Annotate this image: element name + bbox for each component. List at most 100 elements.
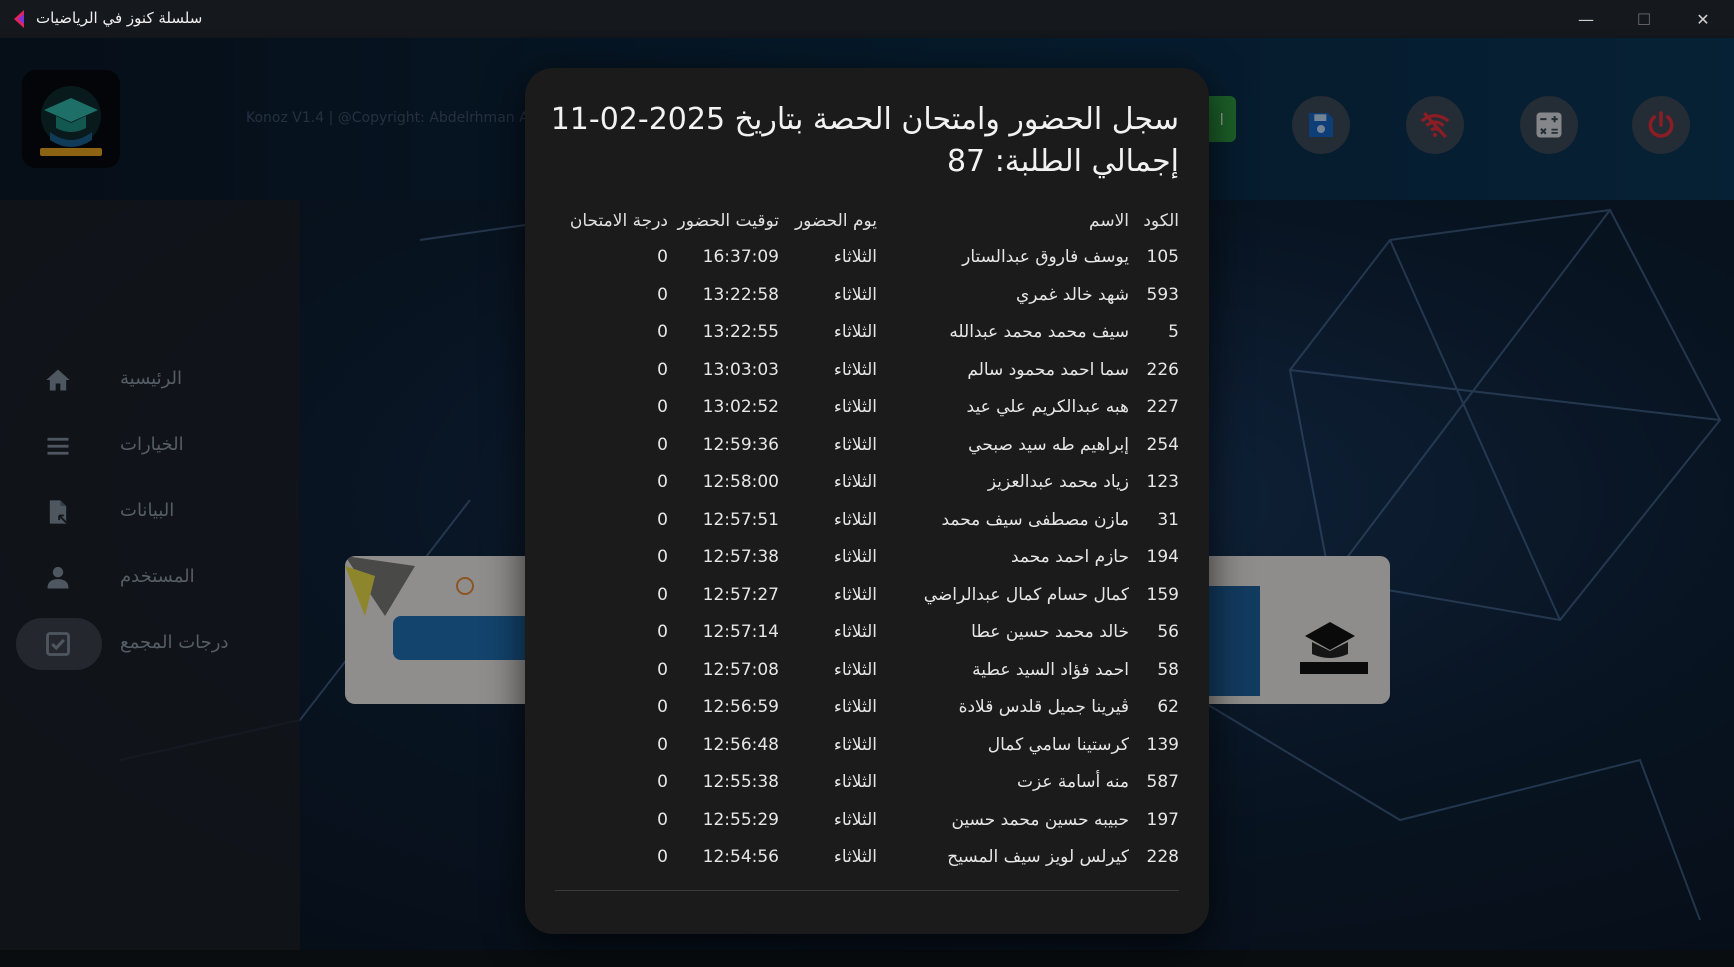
table-row[interactable]: 105 يوسف فاروق عبدالستار الثلاثاء 16:37:09 0 bbox=[555, 240, 1179, 278]
cell-name: مازن مصطفى سيف محمد bbox=[941, 509, 1129, 530]
table-row[interactable]: 227 هبه عبدالكريم علي عيد الثلاثاء 13:02:52… bbox=[555, 390, 1179, 428]
cell-day: الثلاثاء bbox=[833, 322, 877, 342]
cell-code: 228 bbox=[1146, 847, 1179, 867]
cell-grade: 0 bbox=[657, 509, 668, 530]
cell-grade: 0 bbox=[657, 622, 668, 642]
table-row[interactable]: 5 سيف محمد محمد عبدالله الثلاثاء 13:22:55 0 bbox=[555, 315, 1179, 353]
cell-name: هبه عبدالكريم علي عيد bbox=[966, 397, 1129, 417]
app-logo-icon bbox=[14, 10, 24, 28]
cell-name: كرستينا سامي كمال bbox=[987, 734, 1129, 755]
cell-grade: 0 bbox=[657, 397, 668, 417]
cell-code: 123 bbox=[1146, 472, 1179, 492]
cell-name: كيرلس لويز سيف المسيح bbox=[947, 847, 1129, 867]
attendance-dialog: سجل الحضور وامتحان الحصة بتاريخ 2025-02-… bbox=[525, 68, 1209, 934]
cell-code: 593 bbox=[1146, 284, 1179, 305]
cell-grade: 0 bbox=[657, 284, 668, 305]
cell-grade: 0 bbox=[657, 434, 668, 455]
close-button[interactable]: ✕ bbox=[1674, 0, 1732, 38]
minimize-icon: — bbox=[1578, 9, 1594, 29]
cell-day: الثلاثاء bbox=[833, 809, 877, 830]
cell-time: 12:56:48 bbox=[702, 734, 779, 755]
cell-code: 254 bbox=[1146, 434, 1179, 455]
cell-grade: 0 bbox=[657, 322, 668, 342]
cell-code: 105 bbox=[1146, 247, 1179, 267]
cell-grade: 0 bbox=[657, 772, 668, 792]
column-header-grade: درجة الامتحان bbox=[569, 211, 668, 231]
cell-code: 5 bbox=[1168, 322, 1179, 342]
cell-day: الثلاثاء bbox=[833, 584, 877, 605]
cell-time: 12:55:29 bbox=[702, 809, 779, 830]
cell-name: منه أسامة عزت bbox=[1016, 772, 1129, 792]
maximize-icon: ☐ bbox=[1636, 9, 1652, 29]
table-row[interactable]: 587 منه أسامة عزت الثلاثاء 12:55:38 0 bbox=[555, 765, 1179, 803]
cell-day: الثلاثاء bbox=[833, 359, 877, 380]
cell-day: الثلاثاء bbox=[833, 434, 877, 455]
table-row[interactable]: 197 حبيبه حسين محمد حسين الثلاثاء 12:55:29 0 bbox=[555, 803, 1179, 841]
attendance-table[interactable]: الكود الاسم يوم الحضور توقيت الحضور درجة… bbox=[555, 204, 1179, 891]
cell-name: يوسف فاروق عبدالستار bbox=[962, 247, 1129, 267]
table-row[interactable]: 31 مازن مصطفى سيف محمد الثلاثاء 12:57:51 0 bbox=[555, 503, 1179, 541]
cell-grade: 0 bbox=[657, 472, 668, 492]
close-icon: ✕ bbox=[1696, 9, 1710, 29]
window-titlebar: سلسلة كنوز في الرياضيات — ☐ ✕ bbox=[0, 0, 1734, 38]
cell-name: إبراهيم طه سيد صبحي bbox=[968, 434, 1129, 455]
cell-code: 197 bbox=[1146, 809, 1179, 830]
cell-name: حازم احمد محمد bbox=[1010, 547, 1129, 567]
table-row[interactable]: 159 كمال حسام كمال عبدالراضي الثلاثاء 12:57… bbox=[555, 578, 1179, 616]
table-row[interactable]: 194 حازم احمد محمد الثلاثاء 12:57:38 0 bbox=[555, 540, 1179, 578]
cell-code: 139 bbox=[1146, 734, 1179, 755]
table-row[interactable]: 62 ڤيرينا جميل قلدس قلادة الثلاثاء 12:56:59… bbox=[555, 690, 1179, 728]
table-row[interactable]: 58 احمد فؤاد السيد عطية الثلاثاء 12:57:08 0 bbox=[555, 653, 1179, 691]
cell-grade: 0 bbox=[657, 734, 668, 755]
cell-time: 12:54:56 bbox=[702, 847, 779, 867]
cell-day: الثلاثاء bbox=[833, 697, 877, 717]
cell-code: 58 bbox=[1157, 659, 1179, 680]
cell-time: 12:57:27 bbox=[702, 584, 779, 605]
cell-day: الثلاثاء bbox=[833, 247, 877, 267]
cell-name: كمال حسام كمال عبدالراضي bbox=[923, 584, 1129, 605]
cell-name: خالد محمد حسين عطا bbox=[971, 622, 1129, 642]
cell-day: الثلاثاء bbox=[833, 547, 877, 567]
cell-grade: 0 bbox=[657, 697, 668, 717]
cell-day: الثلاثاء bbox=[833, 772, 877, 792]
cell-name: سيف محمد محمد عبدالله bbox=[949, 322, 1129, 342]
cell-day: الثلاثاء bbox=[833, 397, 877, 417]
cell-time: 12:55:38 bbox=[702, 772, 779, 792]
cell-code: 587 bbox=[1146, 772, 1179, 792]
cell-code: 56 bbox=[1157, 622, 1179, 642]
cell-time: 12:57:14 bbox=[702, 622, 779, 642]
cell-grade: 0 bbox=[657, 547, 668, 567]
table-row[interactable]: 593 شهد خالد غمري الثلاثاء 13:22:58 0 bbox=[555, 278, 1179, 316]
table-row[interactable]: 56 خالد محمد حسين عطا الثلاثاء 12:57:14 0 bbox=[555, 615, 1179, 653]
cell-name: زياد محمد عبدالعزيز bbox=[987, 472, 1129, 492]
cell-day: الثلاثاء bbox=[833, 734, 877, 755]
table-row[interactable]: 139 كرستينا سامي كمال الثلاثاء 12:56:48 0 bbox=[555, 728, 1179, 766]
maximize-button[interactable]: ☐ bbox=[1615, 0, 1673, 38]
table-row[interactable]: 254 إبراهيم طه سيد صبحي الثلاثاء 12:59:36 0 bbox=[555, 428, 1179, 466]
cell-time: 13:22:55 bbox=[702, 322, 779, 342]
cell-grade: 0 bbox=[657, 847, 668, 867]
cell-day: الثلاثاء bbox=[833, 509, 877, 530]
cell-name: حبيبه حسين محمد حسين bbox=[951, 809, 1129, 830]
table-row[interactable]: 226 سما احمد محمود سالم الثلاثاء 13:03:03 0 bbox=[555, 353, 1179, 391]
cell-grade: 0 bbox=[657, 584, 668, 605]
cell-name: احمد فؤاد السيد عطية bbox=[972, 659, 1129, 680]
cell-day: الثلاثاء bbox=[833, 847, 877, 867]
cell-time: 12:57:51 bbox=[702, 509, 779, 530]
table-row[interactable]: 123 زياد محمد عبدالعزيز الثلاثاء 12:58:00 0 bbox=[555, 465, 1179, 503]
minimize-button[interactable]: — bbox=[1557, 0, 1615, 38]
cell-day: الثلاثاء bbox=[833, 472, 877, 492]
cell-code: 226 bbox=[1146, 359, 1179, 380]
cell-time: 16:37:09 bbox=[702, 247, 779, 267]
table-body: 105 يوسف فاروق عبدالستار الثلاثاء 16:37:09 0… bbox=[555, 240, 1179, 878]
table-row[interactable]: 228 كيرلس لويز سيف المسيح الثلاثاء 12:54:56… bbox=[555, 840, 1179, 878]
cell-time: 12:57:08 bbox=[702, 659, 779, 680]
cell-day: الثلاثاء bbox=[833, 622, 877, 642]
cell-name: سما احمد محمود سالم bbox=[967, 359, 1129, 380]
cell-day: الثلاثاء bbox=[833, 659, 877, 680]
cell-time: 12:58:00 bbox=[702, 472, 779, 492]
dialog-title: سجل الحضور وامتحان الحصة بتاريخ 2025-02-… bbox=[550, 102, 1179, 137]
column-header-day: يوم الحضور bbox=[794, 211, 877, 231]
cell-code: 227 bbox=[1146, 397, 1179, 417]
cell-time: 13:03:03 bbox=[702, 359, 779, 380]
